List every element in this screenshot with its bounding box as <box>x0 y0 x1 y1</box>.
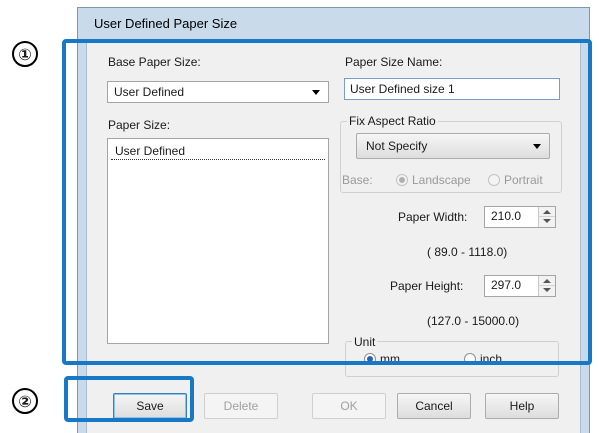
ok-button[interactable]: OK <box>312 393 386 419</box>
cancel-button[interactable]: Cancel <box>397 393 471 419</box>
dialog-title: User Defined Paper Size <box>94 16 238 31</box>
help-button[interactable]: Help <box>485 393 559 419</box>
highlight-box-step-2 <box>64 376 194 422</box>
callout-step-2: ② <box>12 388 38 414</box>
delete-button[interactable]: Delete <box>204 393 278 419</box>
highlight-box-step-1 <box>62 39 592 365</box>
callout-step-1: ① <box>12 41 38 67</box>
